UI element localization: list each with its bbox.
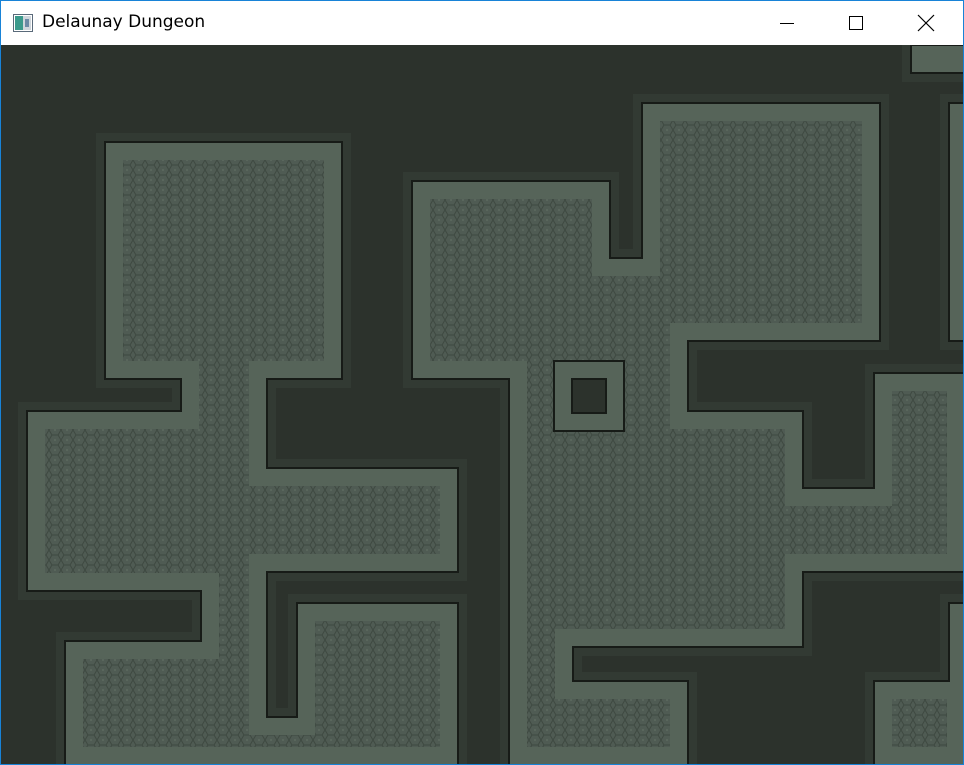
dungeon-map [1,45,963,764]
maximize-button[interactable] [833,1,879,45]
maximize-icon [848,15,864,31]
window-title: Delaunay Dungeon [42,12,206,32]
close-button[interactable] [903,1,949,45]
close-icon [917,14,935,32]
pillar-center [553,360,625,432]
game-viewport[interactable] [1,45,963,764]
minimize-icon [779,15,795,31]
pillar-core [571,378,607,414]
minimize-button[interactable] [764,1,810,45]
dungeon-app-icon [13,14,33,32]
title-bar[interactable]: Delaunay Dungeon [1,1,963,45]
app-window: Delaunay Dungeon [0,0,964,765]
